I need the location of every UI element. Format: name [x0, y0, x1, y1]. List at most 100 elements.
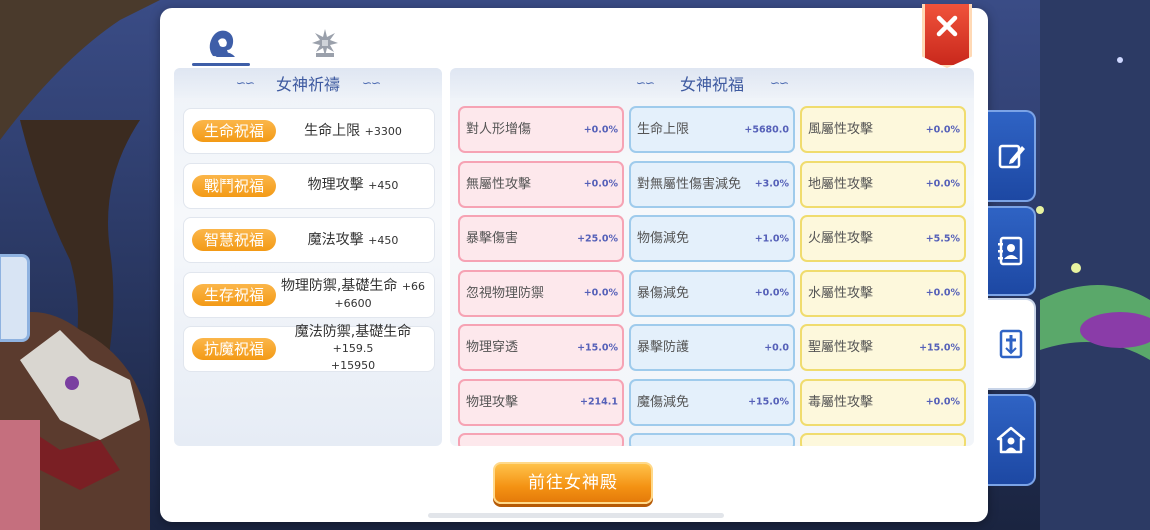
stat-name: 水屬性攻擊 [808, 285, 874, 301]
goddess-blessing-panel: ∽∽ 女神祈禱 ∽∽ 生命祝福 生命上限 +3300 戰鬥祝福 物理攻擊 +45… [160, 4, 988, 522]
stat-cell: 無屬性攻擊 +0.0% [458, 160, 624, 208]
stat-cell: 對無屬性傷害減免 +3.0% [629, 160, 795, 208]
stat-name: 地屬性攻擊 [808, 176, 874, 192]
stat-name: 生命上限 [637, 122, 690, 137]
stat-cell: 火屬性攻擊 +5.5% [800, 215, 966, 262]
section-header: ∽∽ 女神祈禱 ∽∽ [174, 68, 442, 98]
stat-name: 魔傷減免 [637, 394, 690, 410]
stat-cell: 聖屬性攻擊 +15.0% [800, 324, 966, 371]
blessing-tag: 戰鬥祝福 [192, 174, 276, 197]
blessing-effect: 物理防禦,基礎生命 +66 +6600 [276, 278, 434, 312]
blessing-bonus: +3300 [364, 124, 402, 138]
blessing-effect: 物理攻擊 +450 [276, 177, 434, 194]
blessing-stat: 物理防禦,基礎生命 [280, 277, 398, 294]
blessing-tag: 抗魔祝福 [192, 338, 276, 360]
stat-value: +214.1 [579, 396, 618, 408]
stat-value: +0.0% [583, 124, 618, 135]
stat-cell: 魔傷減免 +15.0% [629, 378, 795, 426]
close-icon [936, 15, 958, 37]
stat-name: 忽視物理防禦 [466, 285, 545, 301]
stat-name: 暴傷減免 [637, 285, 690, 301]
stat-cell: 物傷減免 +1.0% [629, 215, 795, 262]
stat-value: +0.0% [925, 396, 960, 408]
tab-goddess[interactable] [192, 22, 250, 66]
stat-value: +0.0% [754, 287, 789, 299]
goddess-portrait-icon [209, 30, 235, 57]
side-tab-contacts[interactable] [988, 206, 1036, 296]
stat-value: +25.0% [577, 233, 618, 244]
blessing-stat: 魔法攻擊 [307, 231, 364, 248]
stat-cell-partial [458, 433, 624, 446]
blessing-row: 生命祝福 生命上限 +3300 [183, 108, 435, 154]
stat-value: +1.0% [754, 233, 789, 244]
stat-value: +0.0 [764, 342, 789, 353]
stat-cell: 暴擊防護 +0.0 [629, 324, 795, 371]
blessing-row: 智慧祝福 魔法攻擊 +450 [183, 217, 435, 263]
stat-cell: 生命上限 +5680.0 [629, 106, 795, 153]
stat-name: 物理穿透 [466, 340, 519, 355]
side-tab-goddess[interactable] [988, 298, 1036, 390]
goddess-prayer-section: ∽∽ 女神祈禱 ∽∽ 生命祝福 生命上限 +3300 戰鬥祝福 物理攻擊 +45… [174, 68, 442, 446]
horizontal-scrollbar[interactable] [428, 513, 724, 518]
stat-cell: 忽視物理防禦 +0.0% [458, 269, 624, 317]
blessing-stat: 魔法防禦,基礎生命 [294, 324, 412, 340]
stat-value: +0.0% [925, 124, 960, 135]
blessing-effect: 魔法攻擊 +450 [276, 232, 434, 249]
close-button[interactable] [922, 4, 972, 68]
blessing-row: 抗魔祝福 魔法防禦,基礎生命 +159.5 +15950 [183, 324, 435, 372]
stat-cell: 地屬性攻擊 +0.0% [800, 160, 966, 208]
stat-value: +0.0% [583, 287, 618, 299]
blessing-stat: 物理攻擊 [307, 177, 364, 193]
stat-name: 聖屬性攻擊 [808, 340, 874, 355]
side-tab-guild[interactable] [988, 394, 1036, 486]
stat-grid: 對人形增傷 +0.0% 生命上限 +5680.0 風屬性攻擊 +0.0% 無屬性攻擊 +… [458, 106, 966, 446]
section-header: ∽∽ 女神祝福 ∽∽ [450, 68, 974, 98]
stat-value: +0.0% [925, 178, 960, 190]
stat-cell: 風屬性攻擊 +0.0% [800, 106, 966, 153]
blessing-bonus: +450 [368, 233, 399, 247]
side-tab-edit[interactable] [988, 110, 1036, 202]
edit-note-icon [998, 144, 1025, 169]
stat-cell: 對人形增傷 +0.0% [458, 106, 624, 153]
stat-name: 暴擊傷害 [466, 231, 519, 246]
stat-cell-partial [629, 433, 795, 446]
blessing-list: 生命祝福 生命上限 +3300 戰鬥祝福 物理攻擊 +450 智慧祝福 魔法攻擊… [183, 108, 435, 381]
blessing-effect: 生命上限 +3300 [276, 123, 434, 140]
stat-value: +15.0% [748, 396, 789, 408]
stat-cell: 物理穿透 +15.0% [458, 324, 624, 371]
cross-shield-icon [999, 329, 1023, 359]
stat-cell: 水屬性攻擊 +0.0% [800, 269, 966, 317]
stat-name: 物理攻擊 [466, 394, 519, 410]
blessing-bonus: +159.5 [332, 342, 374, 355]
stat-name: 風屬性攻擊 [808, 122, 874, 137]
tab-winged-crest[interactable] [296, 22, 354, 64]
winged-crest-icon [312, 29, 338, 57]
goddess-blessing-stats-section[interactable]: ∽∽ 女神祝福 ∽∽ 對人形增傷 +0.0% 生命上限 +5680.0 風屬性攻擊 +… [450, 68, 974, 446]
swirl-ornament-icon: ∽∽ [770, 76, 789, 90]
stat-name: 對無屬性傷害減免 [637, 176, 742, 192]
stat-value: +3.0% [754, 178, 789, 190]
stat-value: +15.0% [919, 342, 960, 353]
blessing-bonus-secondary: +15950 [330, 359, 376, 372]
blessing-tag: 生命祝福 [192, 120, 276, 142]
swirl-ornament-icon: ∽∽ [235, 76, 255, 90]
stat-name: 暴擊防護 [637, 340, 690, 355]
stat-cell: 物理攻擊 +214.1 [458, 378, 624, 426]
stat-value: +15.0% [577, 342, 618, 353]
stat-name: 對人形增傷 [466, 122, 532, 137]
swirl-ornament-icon: ∽∽ [362, 76, 381, 90]
blessing-row: 生存祝福 物理防禦,基礎生命 +66 +6600 [183, 271, 435, 318]
blessing-stat: 生命上限 [304, 122, 361, 139]
section-title: 女神祈禱 [275, 75, 340, 94]
stat-cell: 暴擊傷害 +25.0% [458, 215, 624, 262]
swirl-ornament-icon: ∽∽ [635, 76, 655, 90]
blessing-bonus-secondary: +6600 [334, 296, 372, 310]
stat-cell: 毒屬性攻擊 +0.0% [800, 378, 966, 426]
stat-value: +0.0% [583, 178, 618, 190]
left-edge-handle[interactable] [0, 254, 30, 342]
guild-house-icon [996, 426, 1026, 454]
stat-cell-partial [800, 433, 966, 446]
go-to-goddess-temple-button[interactable]: 前往女神殿 [493, 462, 653, 504]
blessing-bonus: +66 [401, 279, 426, 293]
stat-value: +0.0% [925, 287, 960, 299]
